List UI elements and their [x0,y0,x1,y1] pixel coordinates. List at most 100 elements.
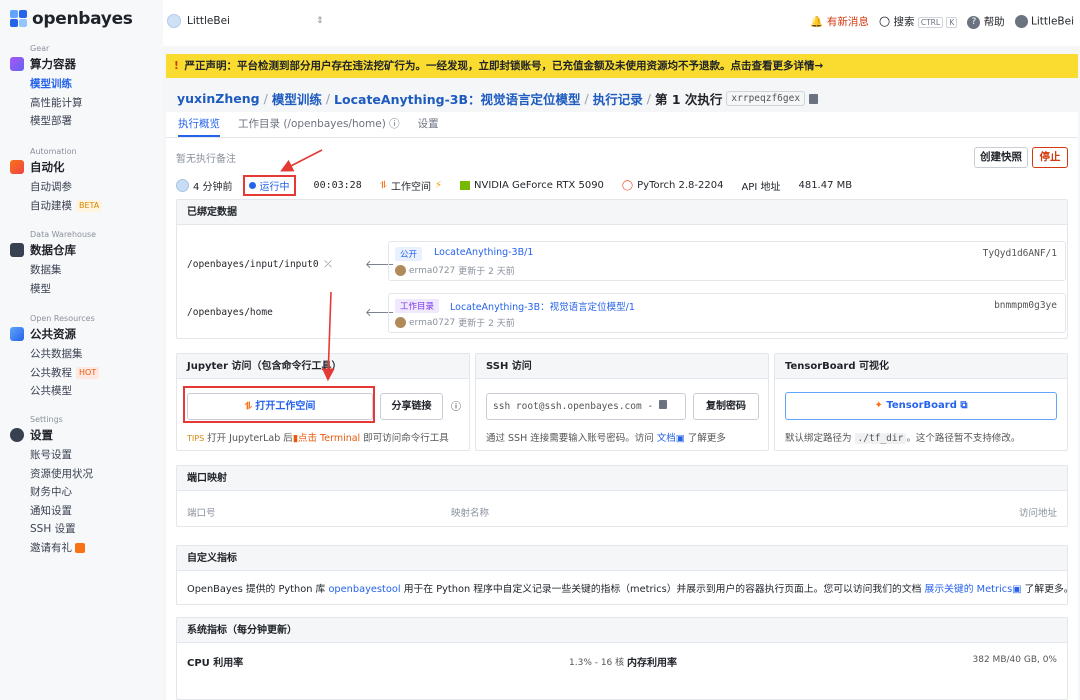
tf-dir-path: ./tf_dir [854,433,907,444]
nav-head-compute[interactable]: 算力容器 [10,56,160,72]
metrics-docs-link[interactable]: 展示关键的 Metrics [925,584,1013,595]
sidebar-item-ssh[interactable]: SSH 设置 [10,520,160,539]
sidebar-item-training[interactable]: 模型训练 [10,75,160,94]
sidebar-item-public-tutorials[interactable]: 公共教程 HOT [10,364,160,383]
tab-settings[interactable]: 设置 [418,112,439,137]
sidebar-item-notify[interactable]: 通知设置 [10,502,160,521]
duration: 00:03:28 [313,179,362,191]
pytorch-icon: ◯ [621,179,634,191]
bound-card[interactable]: 公开 LocateAnything-3B/1 erma0727 更新于 2 天前… [388,241,1066,281]
bound-name[interactable]: LocateAnything-3B：视觉语言定位模型/1 [450,299,635,313]
public-resources-icon [10,327,24,341]
gear-icon [10,428,24,442]
nav-caption: Data Warehouse [30,230,97,239]
copy-password-button[interactable]: 复制密码 [693,393,759,420]
news-link[interactable]: 🔔 有新消息 [810,14,868,29]
api-address[interactable]: API 地址 [741,178,780,193]
topbar: LittleBei ⇕ 🔔 有新消息 ○ 搜索 CTRL K ? 帮助 Litt… [163,0,1080,46]
brand-name: openbayes [32,9,133,29]
share-link-button[interactable]: 分享链接 [380,393,443,420]
workspace-switcher[interactable]: LittleBei ⇕ [167,14,324,28]
crumb-records[interactable]: 执行记录 [593,89,643,108]
openbayestool-link[interactable]: openbayestool [328,584,400,595]
ssh-panel: SSH 访问 ssh root@ssh.openbayes.com - 复制密码… [475,353,769,451]
metrics-panel: 自定义指标 OpenBayes 提供的 Python 库 openbayesto… [176,545,1074,605]
nav-group-gear: Gear 算力容器 模型训练 高性能计算 模型部署 [10,44,160,131]
bound-data-panel: 已绑定数据 /openbayes/input/input0 ⤫ 🡐 公开 Loc… [176,199,1068,339]
ssh-command-field[interactable]: ssh root@ssh.openbayes.com - [486,393,686,420]
search-button[interactable]: ○ 搜索 CTRL K [879,14,958,29]
sidebar-item-autotune[interactable]: 自动调参 [10,178,160,197]
bound-path: /openbayes/input/input0 ⤫ [187,259,332,270]
copy-icon[interactable] [658,400,667,409]
create-snapshot-button[interactable]: 创建快照 [974,147,1028,168]
nav-head-settings[interactable]: 设置 [10,427,160,443]
sidebar-item-account[interactable]: 账号设置 [10,446,160,465]
nav-group-automation: Automation 自动化 自动调参 自动建模 BETA [10,147,160,215]
logo[interactable]: openbayes [10,9,133,29]
sidebar-item-invite[interactable]: 邀请有礼 [10,539,160,558]
run-id: xrrpeqzf6gex [726,91,806,106]
tensorboard-button[interactable]: ✦ TensorBoard ⧉ [785,392,1057,420]
cpu-value: 1.3% - 16 核 [569,658,625,668]
workspace-link[interactable]: ⥮ 工作空间 ⚡ [380,178,442,193]
crumb-user[interactable]: yuxinZheng [177,91,260,106]
workdir-badge: 工作目录 [395,299,440,313]
jupyter-icon: ⥮ [379,179,387,191]
crumb-project[interactable]: LocateAnything-3B：视觉语言定位模型 [334,89,581,108]
jupyter-title: Jupyter 访问（包含命令行工具） [177,354,469,379]
status-badge: 运行中 [242,174,296,196]
nav-head-warehouse[interactable]: 数据仓库 [10,242,160,258]
system-metrics-panel: 系统指标（每分钟更新） CPU 利用率 1.3% - 16 核 内存利用率 38… [176,617,1068,700]
system-title: 系统指标（每分钟更新） [177,618,1067,643]
external-link-icon: ⧉ [960,400,968,411]
docs-link[interactable]: 文档 [657,433,676,444]
copy-icon[interactable] [809,93,819,104]
tensorboard-icon: ✦ [874,400,883,411]
nav-group-settings: Settings 设置 账号设置 资源使用状况 财务中心 通知设置 SSH 设置… [10,415,160,557]
bound-name[interactable]: LocateAnything-3B/1 [434,247,533,258]
nav-head-automation[interactable]: 自动化 [10,159,160,175]
tensorboard-desc: 默认绑定路径为 ./tf_dir 。这个路径暂不支持修改。 [785,433,1021,444]
nav-group-open: Open Resources 公共资源 公共数据集 公共教程 HOT 公共模型 [10,314,160,401]
tab-overview[interactable]: 执行概览 [178,112,220,137]
sidebar-item-automl[interactable]: 自动建模 BETA [10,197,160,216]
run-note: 暂无执行备注 [176,154,236,165]
database-icon [10,243,24,257]
main-content: 暂无执行备注 创建快照 停止 4 分钟前 运行中 00:03:28 ⥮ 工作空间 ⚡… [166,138,1078,700]
user-menu[interactable]: LittleBei [1014,15,1074,28]
announcement-banner[interactable]: ! 严正声明：平台检测到部分用户存在违法挖矿行为。一经发现，立即封锁账号，已充值… [166,54,1078,78]
bound-card[interactable]: 工作目录 LocateAnything-3B：视觉语言定位模型/1 erma07… [388,293,1066,333]
sidebar-item-datasets[interactable]: 数据集 [10,261,160,280]
sidebar-item-public-datasets[interactable]: 公共数据集 [10,345,160,364]
user-avatar [395,265,406,276]
info-icon[interactable]: ⓘ [451,398,461,413]
sidebar-item-models[interactable]: 模型 [10,280,160,299]
logo-icon [10,10,28,28]
bound-path: /openbayes/home [187,307,273,318]
bound-hash: TyQyd1d6ANF/1 [982,248,1057,259]
workspace-avatar [167,14,181,28]
bolt-icon: ⚡ [435,179,443,191]
nav-head-public[interactable]: 公共资源 [10,326,160,342]
nav-caption: Automation [30,147,77,156]
ports-panel: 端口映射 端口号 映射名称 访问地址 [176,465,1068,527]
sidebar-item-deploy[interactable]: 模型部署 [10,112,160,131]
jupyter-tips: TIPS 打开 JupyterLab 后▮点击 Terminal 即可访问命令行工… [187,433,449,444]
gift-icon [75,542,85,553]
crumb-section[interactable]: 模型训练 [272,89,322,108]
col-url: 访问地址 [1018,508,1057,519]
stop-button[interactable]: 停止 [1032,147,1068,168]
automation-icon [10,160,24,174]
sidebar-item-hpc[interactable]: 高性能计算 [10,94,160,113]
tab-workdir[interactable]: 工作目录 (/openbayes/home) ⓘ [238,112,400,137]
help-link[interactable]: ? 帮助 [967,14,1005,29]
unlink-icon[interactable]: ⤫ [324,259,332,270]
nav-caption: Gear [30,44,50,53]
sidebar-item-finance[interactable]: 财务中心 [10,483,160,502]
breadcrumb: yuxinZheng / 模型训练 / LocateAnything-3B：视觉… [177,89,819,108]
sidebar-item-usage[interactable]: 资源使用状况 [10,465,160,484]
beta-badge: BETA [76,199,103,212]
bound-data-title: 已绑定数据 [177,200,1067,225]
sidebar-item-public-models[interactable]: 公共模型 [10,382,160,401]
